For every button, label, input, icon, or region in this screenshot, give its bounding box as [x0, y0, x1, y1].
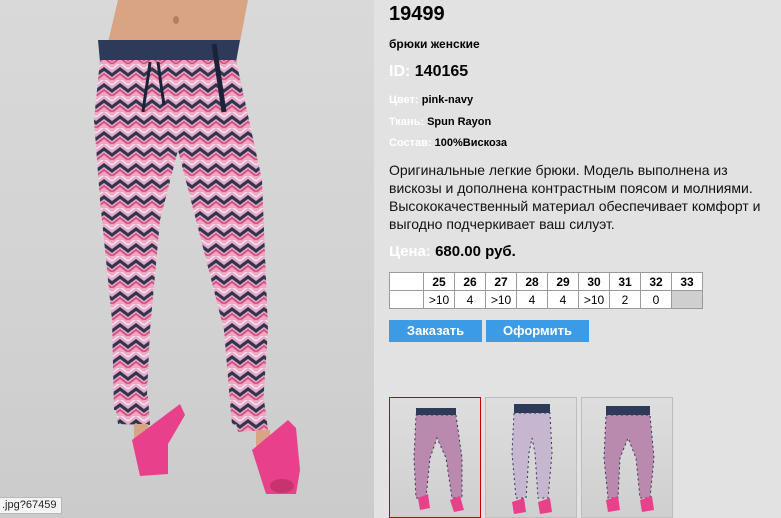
status-url-tooltip: .jpg?67459 [0, 497, 63, 514]
size-cell[interactable]: 27 [485, 272, 517, 291]
product-price: Цена: 680.00 руб. [389, 243, 516, 260]
size-cell[interactable]: 26 [454, 272, 486, 291]
size-cell[interactable]: 29 [547, 272, 579, 291]
stock-cell: >10 [423, 290, 455, 309]
price-value: 680.00 руб. [435, 243, 516, 260]
price-label: Цена: [389, 243, 431, 260]
thumbnail-image [603, 406, 655, 512]
size-cell[interactable]: 32 [640, 272, 672, 291]
stock-cell: 2 [609, 290, 641, 309]
thumbnail-2[interactable] [485, 397, 577, 518]
size-header-row: 25 26 27 28 29 30 31 32 33 [389, 272, 703, 291]
stock-cell: 4 [547, 290, 579, 309]
product-description: Оригинальные легкие брюки. Модель выполн… [389, 162, 761, 232]
stock-row: >10 4 >10 4 4 >10 2 0 [389, 290, 703, 309]
pants-illustration [94, 0, 300, 494]
thumbnail-image [511, 404, 553, 514]
stock-row-label-cell [389, 290, 424, 309]
size-stock-table: 25 26 27 28 29 30 31 32 33 >10 4 >10 4 4… [389, 272, 703, 309]
product-sku: 19499 [389, 3, 445, 25]
attribute-value: Spun Rayon [427, 116, 492, 128]
thumbnail-image [413, 408, 464, 512]
product-id-label: ID: [389, 63, 411, 80]
product-main-photo: .jpg?67459 [0, 0, 374, 518]
product-id: ID: 140165 [389, 63, 468, 81]
checkout-button[interactable]: Оформить [486, 320, 589, 342]
attribute-fabric: Ткань: Spun Rayon [389, 116, 491, 128]
attribute-value: 100%Вискоза [434, 137, 507, 149]
thumbnail-1[interactable] [389, 397, 481, 518]
attribute-composition: Состав: 100%Вискоза [389, 137, 507, 149]
stock-cell: 0 [640, 290, 672, 309]
stock-cell: >10 [578, 290, 610, 309]
product-id-value: 140165 [414, 63, 469, 80]
size-cell[interactable]: 25 [423, 272, 455, 291]
stock-cell: 4 [516, 290, 548, 309]
order-button[interactable]: Заказать [389, 320, 482, 342]
product-subtitle: брюки женские [389, 37, 480, 51]
attribute-label: Цвет: [389, 94, 419, 106]
size-cell[interactable]: 30 [578, 272, 610, 291]
attribute-color: Цвет: pink-navy [389, 94, 473, 106]
attribute-label: Ткань: [389, 116, 424, 128]
stock-cell-unavailable [671, 290, 703, 309]
attribute-value: pink-navy [421, 94, 474, 106]
table-corner-cell [389, 272, 424, 291]
stock-cell: >10 [485, 290, 517, 309]
stock-cell: 4 [454, 290, 486, 309]
size-cell[interactable]: 31 [609, 272, 641, 291]
attribute-label: Состав: [389, 137, 432, 149]
size-cell[interactable]: 33 [671, 272, 703, 291]
product-info-panel: 19499 брюки женские ID: 140165 Цвет: pin… [374, 0, 781, 518]
size-cell[interactable]: 28 [516, 272, 548, 291]
thumbnail-3[interactable] [581, 397, 673, 518]
